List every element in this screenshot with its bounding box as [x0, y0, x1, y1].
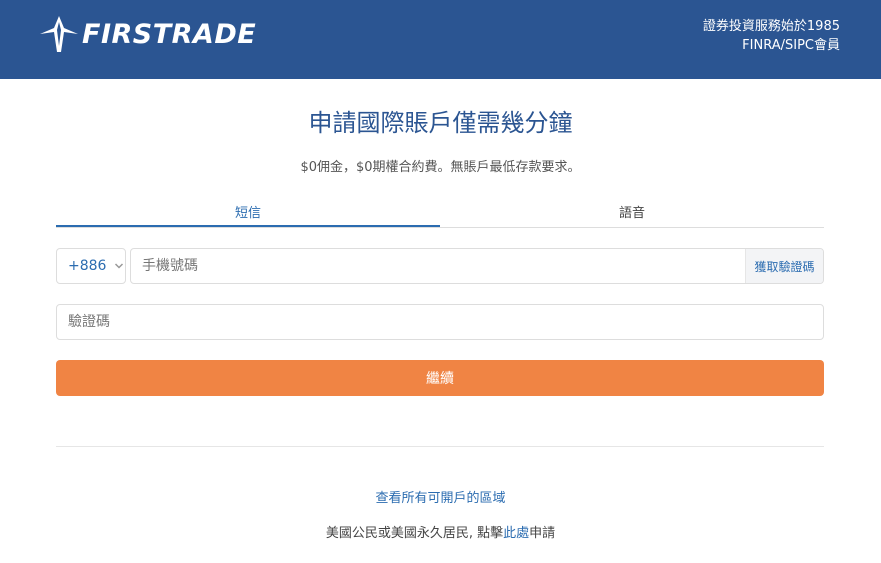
divider [56, 446, 824, 447]
header-tagline: 證券投資服務始於1985 FINRA/SIPC會員 [703, 17, 840, 55]
us-apply-link[interactable]: 此處 [503, 526, 529, 541]
firstrade-logo-icon [40, 16, 78, 52]
us-citizen-note: 美國公民或美國永久居民, 點擊此處申請 [0, 522, 881, 541]
logo-text: FIRSTRADE [82, 18, 257, 50]
tagline-finra: FINRA/SIPC會員 [742, 38, 840, 53]
verification-tabs: 短信 語音 [56, 200, 824, 228]
us-note-prefix: 美國公民或美國永久居民, 點擊 [325, 526, 504, 541]
phone-field: 獲取驗證碼 [130, 248, 824, 284]
page-subtitle: $0佣金，$0期權合約費。無賬戶最低存款要求。 [300, 160, 581, 175]
phone-input[interactable] [131, 249, 745, 283]
verification-code-field [56, 304, 824, 340]
chevron-down-icon [115, 263, 124, 269]
firstrade-logo[interactable]: FIRSTRADE [40, 16, 256, 52]
get-code-button[interactable]: 獲取驗證碼 [745, 249, 823, 283]
country-code-select[interactable]: +886 [56, 248, 126, 284]
us-note-suffix: 申請 [529, 526, 556, 541]
tab-sms[interactable]: 短信 [56, 200, 440, 227]
page-title: 申請國際賬戶僅需幾分鐘 [308, 109, 573, 137]
tagline-since: 證券投資服務始於1985 [702, 19, 840, 34]
verification-code-input[interactable] [57, 305, 823, 339]
view-regions-link[interactable]: 查看所有可開戶的區域 [0, 487, 881, 506]
tab-voice[interactable]: 語音 [440, 200, 824, 227]
header: FIRSTRADE 證券投資服務始於1985 FINRA/SIPC會員 [0, 0, 881, 79]
continue-button[interactable]: 繼續 [56, 360, 824, 396]
country-code-value: +886 [68, 258, 107, 274]
